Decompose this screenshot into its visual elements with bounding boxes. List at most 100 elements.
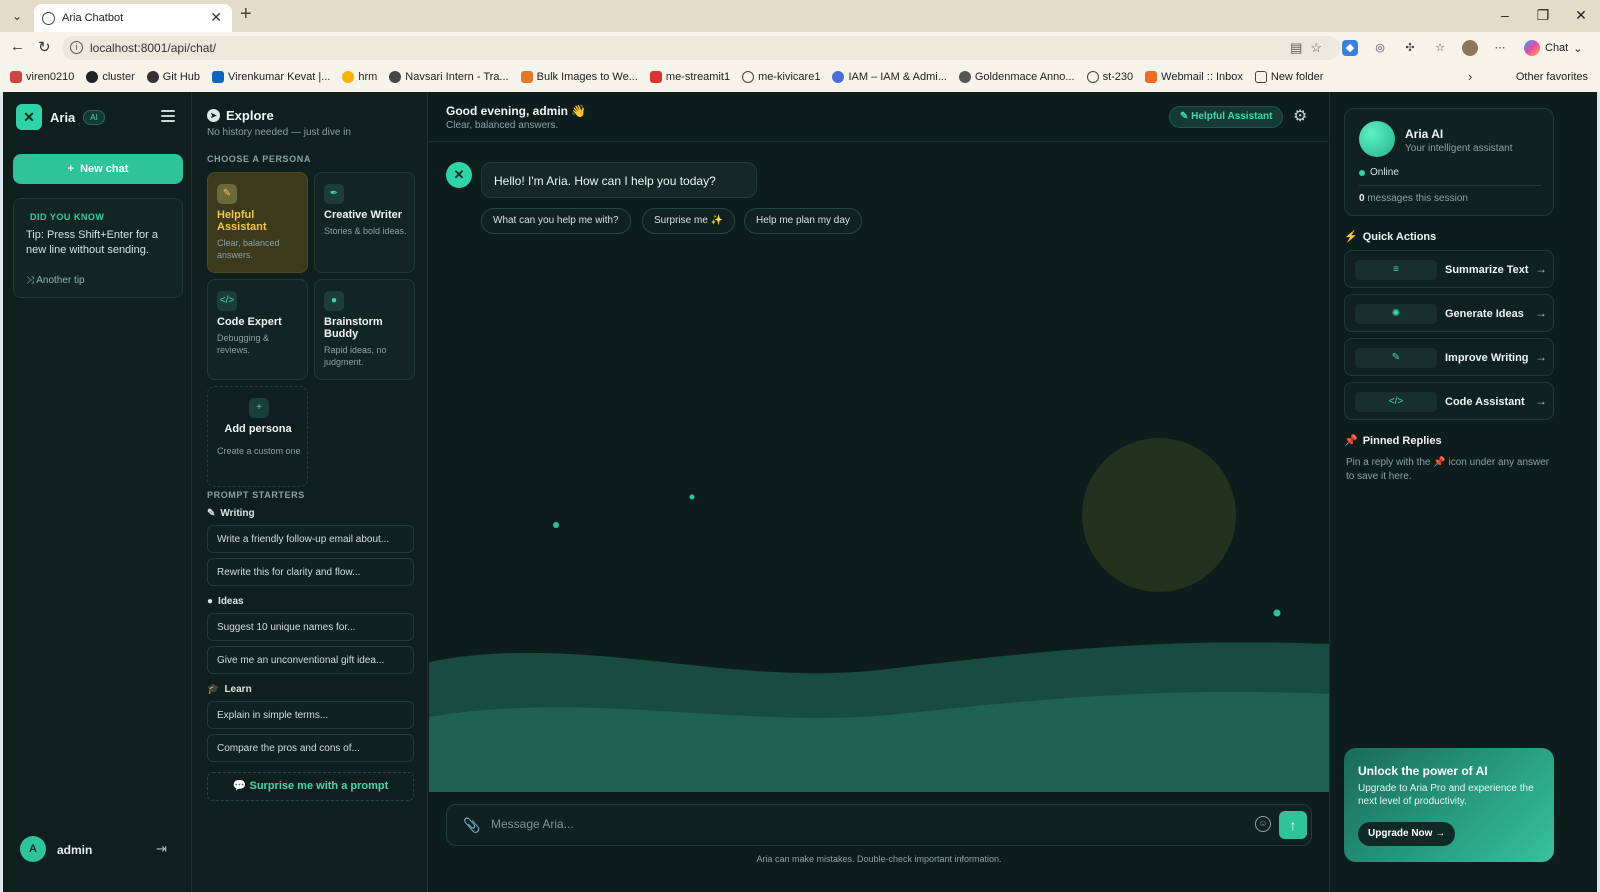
other-favorites[interactable]: Other favorites (1516, 71, 1588, 83)
active-persona-pill[interactable]: ✎ Helpful Assistant (1169, 106, 1284, 128)
url-field[interactable]: i localhost:8001/api/chat/ ▤☆ (62, 36, 1340, 60)
bookmark-item[interactable]: New folder (1254, 71, 1323, 83)
bookmark-list: viren0210 cluster Git Hub Virenkumar Kev… (10, 71, 1323, 83)
wand-icon: ✎ (1180, 111, 1192, 122)
prompt-starter[interactable]: Compare the pros and cons of... (207, 734, 414, 762)
bookmark-item[interactable]: Goldenmace Anno... (958, 71, 1075, 83)
quick-action-code-assistant[interactable]: </> Code Assistant → (1344, 382, 1554, 420)
chat-bubbles-icon: 💬 (232, 780, 250, 792)
message-input[interactable] (491, 817, 1231, 831)
bookmark-item[interactable]: Virenkumar Kevat |... (212, 71, 330, 83)
assistant-name: Aria AI (1405, 127, 1444, 141)
quick-action-generate-ideas[interactable]: ✺ Generate Ideas → (1344, 294, 1554, 332)
image-icon (520, 71, 533, 83)
site-info-icon[interactable]: i (70, 41, 83, 54)
another-tip-link[interactable]: ⤨ Another tip (26, 275, 85, 286)
quick-action-improve-writing[interactable]: ✎ Improve Writing → (1344, 338, 1554, 376)
persona-helpful-assistant[interactable]: ✎ Helpful Assistant Clear, balanced answ… (207, 172, 308, 273)
bookmark-item[interactable]: Git Hub (146, 71, 200, 83)
persona-code-expert[interactable]: </> Code Expert Debugging & reviews. (207, 279, 308, 380)
quick-action-summarize[interactable]: ≡ Summarize Text → (1344, 250, 1554, 288)
suggestion-chip[interactable]: Help me plan my day (744, 208, 862, 234)
assistant-subtitle: Your intelligent assistant (1405, 143, 1513, 154)
paperclip-icon[interactable]: 📎 (463, 817, 480, 834)
hamburger-menu-icon[interactable] (161, 110, 175, 125)
bookmark-item[interactable]: Navsari Intern - Tra... (389, 71, 509, 83)
browser-tab-active[interactable]: Aria Chatbot ✕ (34, 4, 232, 32)
logout-icon[interactable]: ⇥ (156, 841, 167, 857)
left-sidebar: ✕ Aria AI + New chat DID YOU KNOW Tip: P… (3, 92, 192, 892)
add-persona-button[interactable]: + Add persona Create a custom one (207, 386, 308, 487)
bookmark-item[interactable]: Bulk Images to We... (520, 71, 638, 83)
gear-icon[interactable]: ⚙ (1293, 106, 1307, 126)
code-icon: </> (1355, 392, 1437, 412)
folder-icon (1254, 71, 1267, 83)
pinned-empty-text: Pin a reply with the 📌 icon under any an… (1346, 457, 1550, 482)
webmail-icon (1145, 71, 1158, 83)
minimize-icon[interactable]: – (1486, 0, 1524, 32)
tip-text: Tip: Press Shift+Enter for a new line wi… (26, 229, 158, 256)
prompt-starter[interactable]: Rewrite this for clarity and flow... (207, 558, 414, 586)
prompt-starter[interactable]: Suggest 10 unique names for... (207, 613, 414, 641)
assistant-avatar (1359, 121, 1395, 157)
persona-creative-writer[interactable]: ✒ Creative Writer Stories & bold ideas. (314, 172, 415, 273)
extension-icon[interactable]: ◆ (1342, 40, 1358, 56)
tab-title: Aria Chatbot (62, 12, 124, 24)
app-root: ✕ Aria AI + New chat DID YOU KNOW Tip: P… (3, 92, 1597, 892)
sparkle-icon: ✺ (1355, 304, 1437, 324)
bookmark-item[interactable]: cluster (86, 71, 135, 83)
persona-brainstorm-buddy[interactable]: ● Brainstorm Buddy Rapid ideas, no judgm… (314, 279, 415, 380)
prompt-starter[interactable]: Give me an unconventional gift idea... (207, 646, 414, 674)
gmail-icon (10, 71, 22, 83)
new-tab-plus-icon[interactable]: + (240, 3, 252, 26)
bookmark-item[interactable]: me-kivicare1 (742, 71, 820, 83)
favorites-icon[interactable]: ☆ (1432, 40, 1448, 56)
streamit-icon (649, 71, 662, 83)
puzzle-extensions-icon[interactable]: ✣ (1402, 40, 1418, 56)
url-text: localhost:8001/api/chat/ (90, 41, 217, 55)
more-menu-icon[interactable]: ⋯ (1492, 40, 1508, 56)
bot-message-bubble: Hello! I'm Aria. How can I help you toda… (481, 162, 757, 198)
prompt-starter[interactable]: Write a friendly follow-up email about..… (207, 525, 414, 553)
bookmarks-bar: viren0210 cluster Git Hub Virenkumar Kev… (0, 64, 1600, 92)
arrow-right-icon: → (1535, 350, 1547, 364)
plus-icon: + (249, 398, 269, 418)
emoji-icon[interactable]: ☺ (1255, 816, 1271, 832)
bookmark-item[interactable]: Webmail :: Inbox (1145, 71, 1243, 83)
bookmark-item[interactable]: st-230 (1086, 71, 1133, 83)
divider (1359, 185, 1541, 186)
prompt-starter[interactable]: Explain in simple terms... (207, 701, 414, 729)
send-button[interactable]: ↑ (1279, 811, 1307, 839)
reload-icon[interactable]: ↻ (38, 38, 51, 56)
suggestion-chip[interactable]: What can you help me with? (481, 208, 631, 234)
persona-section-label: CHOOSE A PERSONA (207, 154, 311, 164)
aria-logo-icon: ✕ (16, 104, 42, 130)
bookmarks-overflow-chevron-icon[interactable]: › (1468, 69, 1472, 84)
close-tab-icon[interactable]: ✕ (210, 9, 222, 26)
bookmark-item[interactable]: me-streamit1 (649, 71, 730, 83)
category-learn: 🎓 Learn (207, 684, 252, 695)
suggestion-chip[interactable]: Surprise me ✨ (642, 208, 736, 234)
tab-list-chevron-icon[interactable]: ⌄ (6, 6, 28, 26)
decorative-background-scene (429, 438, 1329, 792)
upgrade-now-button[interactable]: Upgrade Now → (1358, 822, 1456, 846)
bookmark-item[interactable]: hrm (342, 71, 377, 83)
bookmark-item[interactable]: IAM – IAM & Admi... (832, 71, 947, 83)
reader-and-star-icons[interactable]: ▤☆ (1290, 40, 1330, 56)
new-chat-button[interactable]: + New chat (13, 154, 183, 184)
surprise-prompt-button[interactable]: 💬 Surprise me with a prompt (207, 772, 414, 801)
github-icon (146, 71, 159, 83)
copilot-chat-button[interactable]: Chat ⌄ (1524, 40, 1582, 56)
cluster-icon (86, 71, 99, 83)
arrow-right-icon: → (1535, 306, 1547, 320)
chat-main: Good evening, admin 👋 Clear, balanced an… (429, 92, 1329, 892)
bookmark-item[interactable]: viren0210 (10, 71, 74, 83)
extension-circle-icon[interactable]: ◎ (1372, 40, 1388, 56)
new-chat-label: New chat (80, 163, 129, 175)
back-arrow-icon[interactable]: ← (10, 38, 25, 55)
restore-icon[interactable]: ❐ (1524, 0, 1562, 32)
profile-avatar-icon[interactable] (1462, 40, 1478, 56)
arrow-right-icon: → (1535, 394, 1547, 408)
bot-avatar-icon: ✕ (446, 162, 472, 188)
close-window-icon[interactable]: ✕ (1562, 0, 1600, 32)
